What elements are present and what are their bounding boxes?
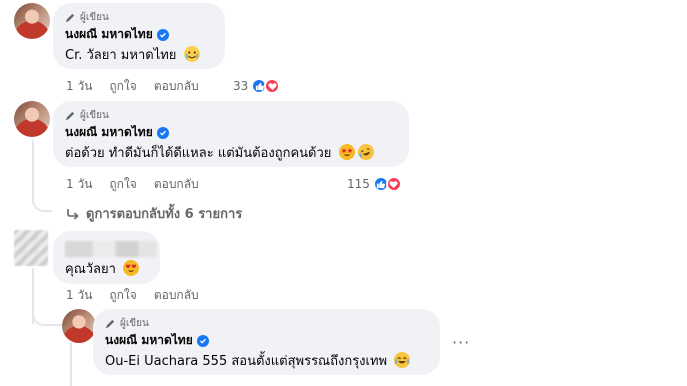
pencil-icon (105, 319, 115, 329)
author-badge: ผู้เขียน (105, 317, 428, 330)
comment-text: คุณวัลยา (65, 262, 116, 277)
like-button[interactable]: ถูกใจ (109, 77, 136, 96)
comment-actions: 1 วัน ถูกใจ ตอบกลับ (66, 78, 216, 94)
comment-actions: 1 วัน ถูกใจ ตอบกลับ (66, 176, 216, 192)
commenter-name[interactable]: นงผณี มหาดไทย (105, 331, 193, 350)
reaction-summary[interactable]: 33 (233, 77, 281, 95)
author-badge: ผู้เขียน (65, 109, 397, 122)
love-reaction-icon (264, 78, 281, 94)
love-reaction-icon (385, 176, 402, 192)
verified-icon (196, 334, 209, 347)
reply-button[interactable]: ตอบกลับ (154, 77, 199, 96)
commenter-name-redacted[interactable] (65, 241, 157, 257)
avatar[interactable] (62, 309, 96, 343)
comment-actions: 1 วัน ถูกใจ ตอบกลับ (66, 287, 216, 303)
tears-of-joy-emoji-icon (394, 352, 411, 368)
comment-text: Cr. วัลยา มหาดไทย (65, 48, 177, 63)
author-tag-label: ผู้เขียน (80, 110, 109, 121)
comment-time[interactable]: 1 วัน (66, 175, 92, 194)
author-tag-label: ผู้เขียน (120, 318, 149, 329)
avatar[interactable] (14, 230, 48, 266)
comment-text: ต่อด้วย ทำดีมันก็ได้ดีแหละ แต่มันต้องถูก… (65, 146, 332, 161)
verified-icon (156, 126, 169, 139)
heart-eyes-emoji-icon (123, 260, 140, 276)
reply-button[interactable]: ตอบกลับ (154, 175, 199, 194)
thread-connector (32, 140, 52, 212)
reaction-count: 33 (233, 79, 249, 93)
comment-bubble: คุณวัลยา (53, 231, 160, 284)
thread-connector (70, 342, 72, 386)
comment-bubble: ผู้เขียน นงผณี มหาดไทย Cr. วัลยา มหาดไทย (53, 3, 225, 69)
comment-time[interactable]: 1 วัน (66, 286, 92, 305)
pencil-icon (65, 13, 75, 23)
author-tag-label: ผู้เขียน (80, 12, 109, 23)
reaction-count: 115 (347, 177, 370, 191)
like-button[interactable]: ถูกใจ (109, 286, 136, 305)
star-struck-emoji-icon (338, 144, 355, 160)
pencil-icon (65, 111, 75, 121)
comment-bubble: ผู้เขียน นงผณี มหาดไทย Ou-Ei Uachara 555… (93, 309, 440, 375)
avatar[interactable] (14, 101, 50, 137)
like-button[interactable]: ถูกใจ (109, 175, 136, 194)
reaction-summary[interactable]: 115 (347, 175, 402, 193)
commenter-name[interactable]: นงผณี มหาดไทย (65, 25, 153, 44)
more-options-icon[interactable]: ··· (452, 333, 470, 352)
comment-text: Ou-Ei Uachara 555 สอนตั้งแต่สุพรรณถึงกรุ… (105, 354, 388, 369)
rolling-laughing-emoji-icon (355, 141, 376, 163)
crying-laughing-emoji-icon (183, 46, 200, 62)
commenter-name[interactable]: นงผณี มหาดไทย (65, 123, 153, 142)
verified-icon (156, 28, 169, 41)
view-replies-label: ดูการตอบกลับทั้ง 6 รายการ (86, 207, 243, 222)
reply-button[interactable]: ตอบกลับ (154, 286, 199, 305)
comment-time[interactable]: 1 วัน (66, 77, 92, 96)
view-replies-link[interactable]: ดูการตอบกลับทั้ง 6 รายการ (66, 203, 242, 224)
comment-bubble: ผู้เขียน นงผณี มหาดไทย ต่อด้วย ทำดีมันก็… (53, 101, 409, 167)
avatar[interactable] (14, 3, 50, 39)
reply-arrow-icon (67, 208, 79, 220)
author-badge: ผู้เขียน (65, 11, 213, 24)
